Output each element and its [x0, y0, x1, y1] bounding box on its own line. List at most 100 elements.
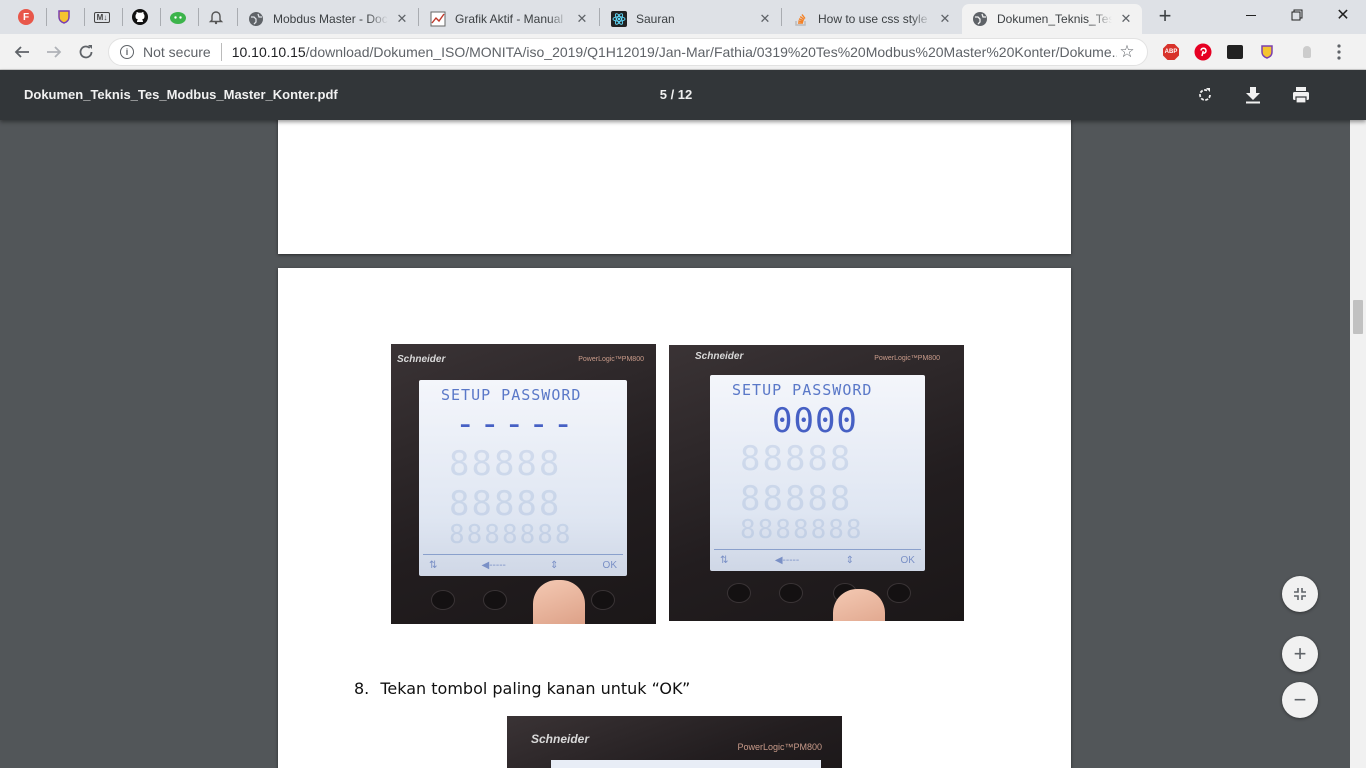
pdf-toolbar: Dokumen_Teknis_Tes_Modbus_Master_Konter.… — [0, 70, 1366, 120]
page-indicator[interactable]: 5 / 12 — [640, 87, 712, 102]
forward-arrow-icon — [47, 46, 62, 58]
bookmark-star-icon[interactable]: ☆ — [1117, 42, 1137, 62]
lcd-line-1: SETUP PASSWORD — [441, 386, 582, 404]
lcd-display: 88888 88888 8888888 SETUP PASSWORD -----… — [419, 380, 627, 576]
react-icon — [611, 11, 627, 27]
minimize-button[interactable] — [1228, 0, 1274, 30]
lcd-ghost-digits: 88888 — [449, 444, 562, 484]
minimize-icon — [1246, 14, 1256, 16]
markdown-icon: M↓ — [93, 11, 111, 23]
back-arrow-icon — [14, 46, 29, 58]
download-button[interactable] — [1241, 83, 1265, 107]
brand-label: Schneider — [695, 351, 744, 362]
fit-page-button[interactable] — [1282, 576, 1318, 612]
close-icon[interactable]: ✕ — [757, 11, 773, 27]
restore-button[interactable] — [1274, 0, 1320, 30]
tab-strip: F M↓ Mobdus Master - Doc ✕ Grafik Aktif … — [0, 0, 1366, 34]
url-path: /download/Dokumen_ISO/MONITA/iso_2019/Q1… — [305, 44, 1117, 60]
scrollbar[interactable] — [1350, 70, 1366, 768]
pdf-viewer[interactable]: Schneider PowerLogic™PM800 88888 88888 8… — [0, 120, 1350, 768]
scroll-thumb[interactable] — [1353, 300, 1363, 334]
back-button[interactable] — [9, 39, 35, 65]
tab-modbus-master[interactable]: Mobdus Master - Doc ✕ — [238, 4, 418, 34]
globe-icon — [248, 11, 264, 27]
address-bar[interactable]: i Not secure 10.10.10.15/download/Dokume… — [108, 38, 1148, 66]
lcd-ghost-digits: 8888888 — [449, 520, 573, 550]
tab-grafik-aktif[interactable]: Grafik Aktif - Manual ✕ — [420, 4, 598, 34]
tab-title: Mobdus Master - Doc — [273, 12, 388, 26]
url-host: 10.10.10.15 — [231, 44, 306, 60]
kebab-menu-icon — [1337, 44, 1341, 60]
pinterest-extension[interactable] — [1193, 42, 1213, 62]
adblock-extension[interactable]: ABP — [1161, 42, 1181, 62]
close-icon[interactable]: ✕ — [394, 11, 410, 27]
close-window-button[interactable]: ✕ — [1320, 0, 1366, 30]
brand-label: Schneider — [531, 732, 590, 746]
adblock-label: ABP — [1164, 49, 1178, 55]
close-icon[interactable]: ✕ — [937, 11, 953, 27]
rotate-icon — [1199, 88, 1211, 101]
extension-icon — [58, 10, 70, 24]
brand-label: Schneider — [397, 354, 446, 365]
close-icon: ✕ — [1336, 7, 1350, 24]
pinned-tab-extension[interactable] — [46, 5, 82, 29]
zoom-out-button[interactable]: − — [1282, 682, 1318, 718]
fit-to-page-icon — [1294, 588, 1306, 600]
stackoverflow-icon — [793, 11, 809, 27]
restore-icon — [1291, 9, 1303, 21]
security-label: Not secure — [143, 44, 211, 60]
shield-icon — [1261, 45, 1273, 59]
forward-button[interactable] — [41, 39, 67, 65]
shield-extension[interactable] — [1257, 42, 1277, 62]
meter-photo-3: Schneider PowerLogic™PM800 — [507, 716, 842, 768]
pinned-tab-markdown[interactable]: M↓ — [84, 5, 120, 29]
pdf-filename: Dokumen_Teknis_Tes_Modbus_Master_Konter.… — [24, 87, 338, 102]
tab-title: How to use css style in — [818, 12, 931, 26]
print-button[interactable] — [1289, 83, 1313, 107]
tab-title: Dokumen_Teknis_Tes_ — [997, 12, 1112, 26]
menu-button[interactable] — [1329, 42, 1349, 62]
info-icon: i — [120, 45, 134, 59]
close-icon[interactable]: ✕ — [574, 11, 590, 27]
cloud-icon — [170, 12, 186, 24]
lcd-line-2: 0000 — [772, 401, 858, 441]
lcd-ghost-digits: 88888 — [740, 479, 853, 519]
reload-icon — [79, 45, 93, 59]
meter-photo-2: Schneider PowerLogic™PM800 88888 88888 8… — [669, 345, 964, 621]
pinned-tab-f[interactable]: F — [8, 5, 44, 29]
lcd-ghost-digits: 88888 — [449, 484, 562, 524]
zoom-in-button[interactable]: + — [1282, 636, 1318, 672]
step-8: 8. Tekan tombol paling kanan untuk “OK” — [354, 679, 690, 698]
rotate-button[interactable] — [1193, 83, 1217, 107]
step-number: 8. — [354, 679, 370, 698]
reload-button[interactable] — [73, 39, 99, 65]
url-text: 10.10.10.15/download/Dokumen_ISO/MONITA/… — [232, 44, 1117, 60]
tab-title: Sauran — [636, 12, 675, 26]
profile-extension[interactable] — [1297, 42, 1317, 62]
tab-sauran[interactable]: Sauran ✕ — [601, 4, 781, 34]
browser-toolbar: i Not secure 10.10.10.15/download/Dokume… — [0, 34, 1366, 70]
close-icon[interactable]: ✕ — [1118, 11, 1134, 27]
plus-icon: + — [1293, 641, 1307, 666]
pinned-tab-github[interactable] — [122, 5, 158, 29]
globe-icon — [972, 11, 988, 27]
step-text: Tekan tombol paling kanan untuk “OK” — [380, 679, 691, 698]
model-label: PowerLogic™PM800 — [737, 742, 822, 752]
minus-icon: − — [1293, 687, 1307, 712]
lcd-line-1: SETUP PASSWORD — [732, 381, 873, 399]
model-label: PowerLogic™PM800 — [874, 355, 940, 362]
model-label: PowerLogic™PM800 — [578, 356, 644, 363]
chart-icon — [430, 11, 446, 27]
tab-css-style[interactable]: How to use css style in ✕ — [783, 4, 961, 34]
lcd-ghost-digits: 8888888 — [740, 515, 864, 545]
pinned-tab-cloud[interactable] — [160, 5, 196, 29]
dark-extension[interactable] — [1225, 42, 1245, 62]
f-icon: F — [18, 9, 34, 25]
tab-dokumen-teknis[interactable]: Dokumen_Teknis_Tes_ ✕ — [962, 4, 1142, 34]
new-tab-button[interactable]: + — [1154, 5, 1176, 28]
lcd-ghost-digits: 88888 — [740, 439, 853, 479]
lightbulb-icon — [1303, 46, 1311, 58]
lcd-line-2: ----- — [455, 404, 578, 444]
bell-icon — [208, 11, 224, 25]
pinned-tab-bell[interactable] — [198, 5, 234, 29]
